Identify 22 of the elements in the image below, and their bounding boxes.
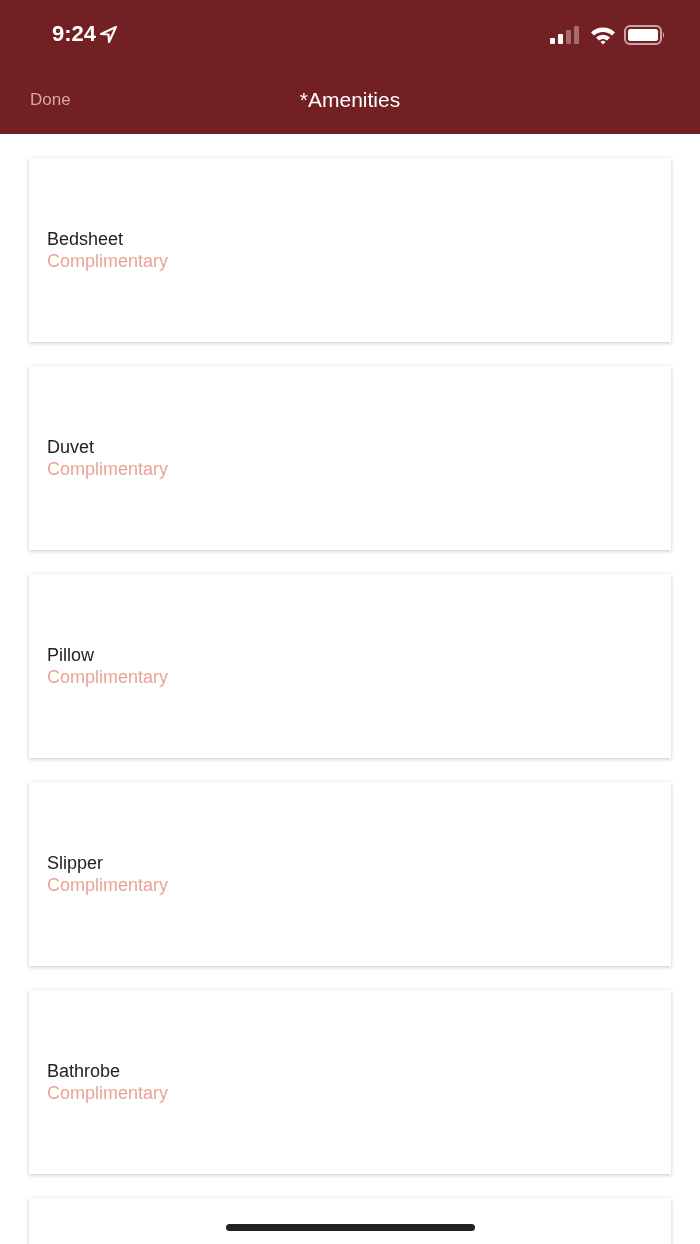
amenity-price: Complimentary	[47, 666, 169, 688]
amenity-card[interactable]: Slipper Complimentary	[29, 782, 671, 966]
signal-icon	[550, 26, 582, 44]
amenity-card[interactable]: Bedsheet Complimentary	[29, 158, 671, 342]
amenity-card[interactable]: Bathrobe Complimentary	[29, 990, 671, 1174]
amenity-price: Complimentary	[47, 250, 169, 272]
amenity-card[interactable]: Pillow Complimentary	[29, 574, 671, 758]
location-arrow-icon	[100, 25, 118, 43]
amenity-name: Bedsheet	[47, 228, 124, 250]
amenity-price: Complimentary	[47, 874, 169, 896]
status-time: 9:24	[52, 21, 97, 47]
battery-icon	[624, 25, 666, 45]
wifi-icon	[590, 25, 616, 45]
amenity-price: Complimentary	[47, 1082, 169, 1104]
amenity-card[interactable]: Duvet Complimentary	[29, 366, 671, 550]
amenity-name: Duvet	[47, 436, 95, 458]
screen-title: *Amenities	[299, 88, 401, 112]
amenity-name: Slipper	[47, 852, 104, 874]
amenity-price: Complimentary	[47, 458, 169, 480]
done-button[interactable]: Done	[30, 90, 71, 110]
amenity-name: Pillow	[47, 644, 94, 666]
amenity-name: Bathrobe	[47, 1060, 121, 1082]
